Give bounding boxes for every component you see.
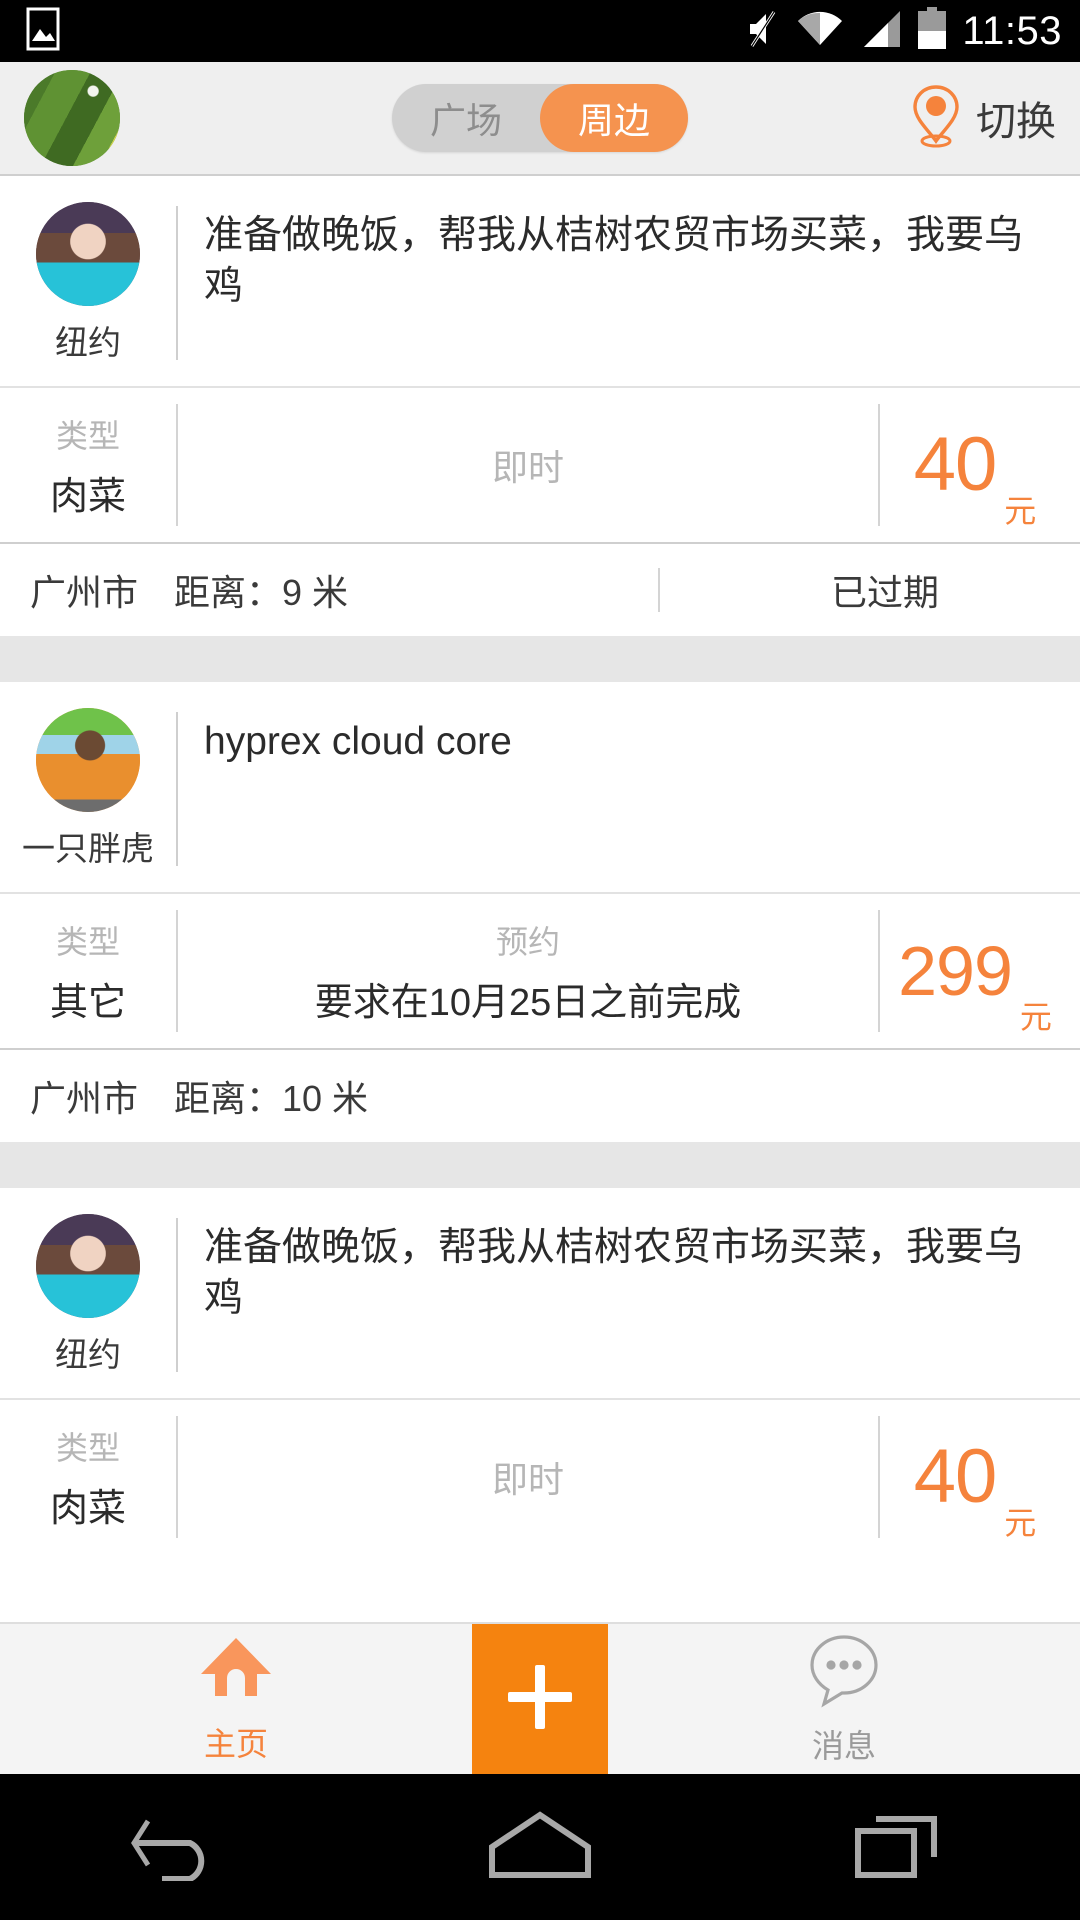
poster-block[interactable]: 纽约	[0, 1214, 176, 1376]
task-price-block: 40 元	[880, 388, 1080, 542]
task-feed-list[interactable]: 纽约 准备做晚饭，帮我从桔树农贸市场买菜，我要乌鸡 类型 肉菜 即时 40 元 …	[0, 174, 1080, 1622]
type-caption: 类型	[55, 1429, 120, 1466]
tab-nearby[interactable]: 周边	[540, 84, 688, 152]
poster-name: 纽约	[55, 324, 121, 361]
cellular-signal-icon	[858, 9, 902, 54]
location-city: 广州市	[30, 1078, 139, 1119]
task-title: 准备做晚饭，帮我从桔树农贸市场买菜，我要乌鸡	[203, 214, 1023, 309]
task-type-block: 类型 肉菜	[0, 1400, 176, 1554]
avatar-image	[36, 202, 140, 306]
android-nav-bar	[0, 1774, 1080, 1920]
task-time-block: 即时	[178, 1400, 878, 1554]
home-icon	[484, 1809, 596, 1886]
poster-block[interactable]: 纽约	[0, 202, 176, 364]
location-pin-icon	[910, 83, 962, 154]
switch-location-button[interactable]: 切换	[910, 83, 1056, 154]
bottom-tab-bar: 主页 消息	[0, 1622, 1080, 1774]
chat-bubble-icon	[806, 1632, 882, 1715]
wifi-icon	[796, 9, 844, 54]
status-badge: 已过期	[830, 572, 939, 613]
location-distance: 距离：10 米	[174, 1078, 369, 1119]
card-meta-row: 类型 肉菜 即时 40 元	[0, 1400, 1080, 1554]
type-caption: 类型	[55, 417, 120, 454]
type-caption: 类型	[55, 923, 120, 960]
time-value: 要求在10月25日之前完成	[314, 981, 742, 1024]
price-amount: 40	[913, 422, 998, 507]
android-status-bar: 11:53	[0, 0, 1080, 62]
task-type-block: 类型 其它	[0, 894, 176, 1048]
avatar-image	[36, 708, 140, 812]
card-meta-row: 类型 其它 预约 要求在10月25日之前完成 299 元	[0, 894, 1080, 1048]
task-time-block: 即时	[178, 388, 878, 542]
time-caption: 即时	[491, 1459, 564, 1500]
nav-home-button[interactable]	[440, 1774, 640, 1920]
poster-name: 一只胖虎	[22, 830, 154, 867]
nav-recents-button[interactable]	[800, 1774, 1000, 1920]
task-type-block: 类型 肉菜	[0, 388, 176, 542]
status-clock: 11:53	[962, 8, 1062, 53]
tab-home[interactable]: 主页	[0, 1624, 472, 1774]
card-title-row: 纽约 准备做晚饭，帮我从桔树农贸市场买菜，我要乌鸡	[0, 1188, 1080, 1398]
price-amount: 40	[913, 1434, 998, 1519]
card-meta-row: 类型 肉菜 即时 40 元	[0, 388, 1080, 542]
task-card[interactable]: 一只胖虎 hyprex cloud core 类型 其它 预约 要求在10月25…	[0, 682, 1080, 1142]
task-title: hyprex cloud core	[204, 720, 512, 763]
header-avatar[interactable]	[24, 70, 120, 166]
poster-block[interactable]: 一只胖虎	[0, 708, 176, 870]
tab-messages-label: 消息	[811, 1727, 876, 1764]
type-value: 肉菜	[49, 1487, 126, 1530]
task-time-block: 预约 要求在10月25日之前完成	[178, 894, 878, 1048]
price-amount: 299	[898, 932, 1013, 1010]
price-unit: 元	[1004, 493, 1037, 529]
avatar-image	[36, 1214, 140, 1318]
card-gap	[0, 636, 1080, 682]
nav-back-button[interactable]	[80, 1774, 280, 1920]
home-icon	[197, 1634, 275, 1713]
card-location-row: 广州市 距离：10 米	[0, 1050, 1080, 1142]
task-price-block: 40 元	[880, 1400, 1080, 1554]
poster-avatar[interactable]	[36, 202, 140, 306]
avatar-image	[24, 70, 120, 166]
status-left-icons	[26, 7, 60, 56]
card-gap	[0, 1142, 1080, 1188]
battery-icon	[916, 6, 948, 56]
tab-messages[interactable]: 消息	[608, 1624, 1080, 1774]
back-icon	[128, 1809, 232, 1886]
task-card[interactable]: 纽约 准备做晚饭，帮我从桔树农贸市场买菜，我要乌鸡 类型 肉菜 即时 40	[0, 174, 1080, 636]
vertical-divider	[658, 568, 660, 612]
image-icon	[26, 7, 60, 56]
task-price-block: 299 元	[880, 894, 1080, 1048]
recents-icon	[852, 1809, 948, 1886]
poster-avatar[interactable]	[36, 708, 140, 812]
plus-icon	[498, 1655, 582, 1744]
mute-icon	[744, 8, 782, 55]
location-distance: 距离：9 米	[174, 572, 349, 613]
feed-segmented-control[interactable]: 广场 周边	[392, 84, 688, 152]
tab-home-label: 主页	[203, 1725, 268, 1762]
task-title: 准备做晚饭，帮我从桔树农贸市场买菜，我要乌鸡	[203, 1226, 1023, 1321]
poster-name: 纽约	[55, 1336, 121, 1373]
create-task-button[interactable]	[472, 1624, 608, 1774]
switch-label: 切换	[976, 100, 1056, 144]
price-unit: 元	[1004, 1505, 1037, 1541]
time-caption: 即时	[491, 447, 564, 488]
type-value: 肉菜	[49, 475, 126, 518]
card-title-row: 一只胖虎 hyprex cloud core	[0, 682, 1080, 892]
status-right-icons: 11:53	[744, 6, 1062, 56]
poster-avatar[interactable]	[36, 1214, 140, 1318]
card-title-row: 纽约 准备做晚饭，帮我从桔树农贸市场买菜，我要乌鸡	[0, 176, 1080, 386]
task-card[interactable]: 纽约 准备做晚饭，帮我从桔树农贸市场买菜，我要乌鸡 类型 肉菜 即时 40	[0, 1188, 1080, 1554]
location-city: 广州市	[30, 572, 139, 613]
tab-plaza[interactable]: 广场	[392, 84, 540, 152]
type-value: 其它	[49, 981, 126, 1024]
time-caption: 预约	[495, 923, 560, 960]
price-unit: 元	[1019, 999, 1052, 1035]
card-location-row: 广州市 距离：9 米 已过期	[0, 544, 1080, 636]
app-header: 广场 周边 切换	[0, 62, 1080, 174]
app-root: 11:53 广场 周边 切换 纽约 准备做晚饭，帮我从桔树农贸市场买菜，我要乌鸡…	[0, 0, 1080, 1920]
